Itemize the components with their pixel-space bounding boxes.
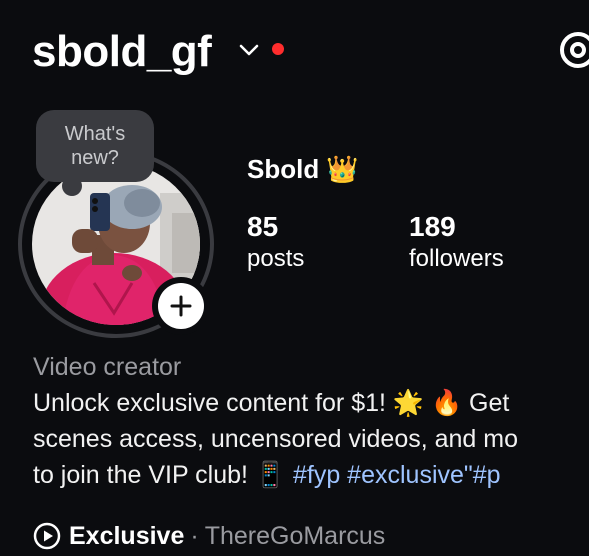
posts-stat[interactable]: 85 posts — [247, 210, 304, 274]
bio-line-1: Unlock exclusive content for $1! 🌟 🔥 Get — [33, 389, 510, 417]
threads-icon[interactable] — [556, 30, 589, 70]
followers-label: followers — [409, 245, 504, 272]
bio-line-3: to join the VIP club! 📱 #fyp #exclusive"… — [33, 460, 501, 490]
bio-line-3-text: to join the VIP club! 📱 — [33, 461, 293, 489]
link-subtitle: ThereGoMarcus — [204, 522, 386, 550]
link-title: Exclusive — [69, 522, 185, 550]
posts-count: 85 — [247, 211, 279, 242]
add-story-button[interactable] — [158, 283, 204, 329]
notification-dot — [272, 43, 284, 55]
bio-line-2: scenes access, uncensored videos, and mo — [33, 425, 518, 453]
note-bubble[interactable]: What's new? — [36, 110, 154, 182]
plus-icon — [170, 295, 192, 317]
profile-link[interactable]: Exclusive · ThereGoMarcus — [33, 520, 385, 552]
play-circle-icon — [33, 522, 61, 550]
profile-username[interactable]: sbold_gf — [32, 26, 212, 78]
posts-label: posts — [247, 245, 305, 272]
bio-hashtags[interactable]: #fyp #exclusive"#p — [293, 461, 501, 489]
link-separator: · — [190, 522, 199, 550]
chevron-down-icon[interactable] — [238, 42, 260, 58]
followers-stat[interactable]: 189 followers — [409, 210, 504, 274]
note-line-2: new? — [71, 147, 119, 169]
display-name: Sbold 👑 — [247, 154, 359, 184]
followers-count: 189 — [409, 211, 456, 242]
note-line-1: What's — [64, 123, 126, 145]
profile-category: Video creator — [33, 353, 182, 381]
